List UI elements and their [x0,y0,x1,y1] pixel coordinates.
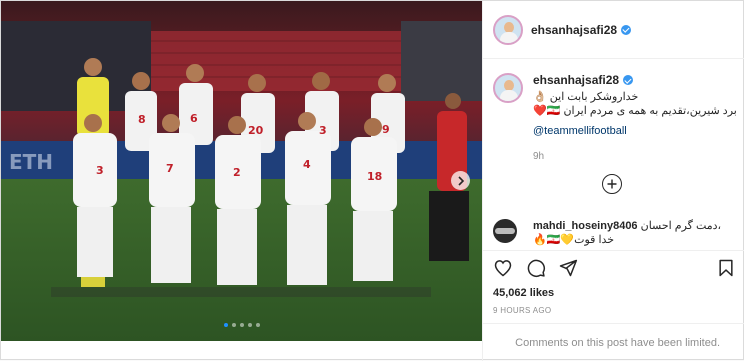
post-side-panel: ehsanhajsafi28 ehsanhajsafi28 خداروشکر ب… [482,1,744,361]
svg-text:3: 3 [96,164,104,177]
post-header: ehsanhajsafi28 [483,1,744,59]
svg-text:7: 7 [166,162,174,175]
comment-text: خدا قوت💛🇮🇷🔥 [533,234,615,246]
comments-limited-notice: Comments on this post have been limited. [483,323,744,361]
svg-text:4: 4 [303,158,311,171]
author-avatar[interactable] [493,14,523,45]
comment-text: دمت گرم احسان، [640,220,722,232]
carousel-dot [255,323,260,327]
commenter-username[interactable]: mahdi_hoseiny8406 [533,220,638,232]
comment-icon [527,259,546,278]
carousel-dot [223,323,228,327]
carousel-dot [239,323,244,327]
post-photo[interactable]: ETH 3 7 2 4 18 6 20 3 9 8 [1,1,482,341]
comment-button[interactable] [526,258,546,278]
svg-text:ETH: ETH [9,150,53,174]
post-actions: 45,062 likes 9 HOURS AGO [483,250,744,330]
svg-text:2: 2 [233,166,241,179]
plus-circle-icon [607,179,617,189]
carousel-dot [231,323,236,327]
caption-text: خداروشکر بابت این 👌🏼 برد شیرین،تقدیم به … [533,90,738,118]
save-button[interactable] [716,258,736,278]
carousel-next-button[interactable] [451,171,470,190]
verified-badge-icon [623,75,634,85]
load-more-comments-button[interactable] [602,174,622,194]
svg-text:18: 18 [367,170,382,183]
svg-text:3: 3 [319,124,327,137]
caption-author-avatar[interactable] [493,73,523,103]
carousel-indicator [1,323,482,327]
svg-text:9: 9 [382,123,390,136]
verified-badge-icon [621,24,632,35]
author-username[interactable]: ehsanhajsafi28 [531,23,617,37]
svg-text:20: 20 [248,124,264,137]
caption-line: خداروشکر بابت این 👌🏼 [533,91,639,103]
mention-link[interactable]: @teammellifootball [533,124,738,138]
carousel-dot [247,323,252,327]
svg-text:6: 6 [190,112,198,125]
heart-icon [494,260,512,277]
share-icon [559,259,578,277]
post-modal: ETH 3 7 2 4 18 6 20 3 9 8 ehsanhajsafi28… [0,0,744,361]
svg-text:8: 8 [138,113,146,126]
caption-username[interactable]: ehsanhajsafi28 [533,73,619,87]
bookmark-icon [719,259,733,277]
post-caption: ehsanhajsafi28 خداروشکر بابت این 👌🏼 برد … [493,73,738,164]
caption-timestamp: 9h [533,151,545,162]
commenter-avatar[interactable] [493,219,517,243]
post-timestamp: 9 HOURS AGO [493,306,552,315]
chevron-right-icon [457,175,464,186]
comment-item: mahdi_hoseiny8406 دمت گرم احسان، خدا قوت… [493,217,738,247]
likes-count[interactable]: 45,062 likes [493,287,554,299]
like-button[interactable] [493,258,513,278]
caption-line: برد شیرین،تقدیم به همه ی مردم ایران 🇮🇷❤️ [533,105,737,117]
share-button[interactable] [558,258,578,278]
team-photo-image: ETH 3 7 2 418 620 3 98 [1,1,482,341]
